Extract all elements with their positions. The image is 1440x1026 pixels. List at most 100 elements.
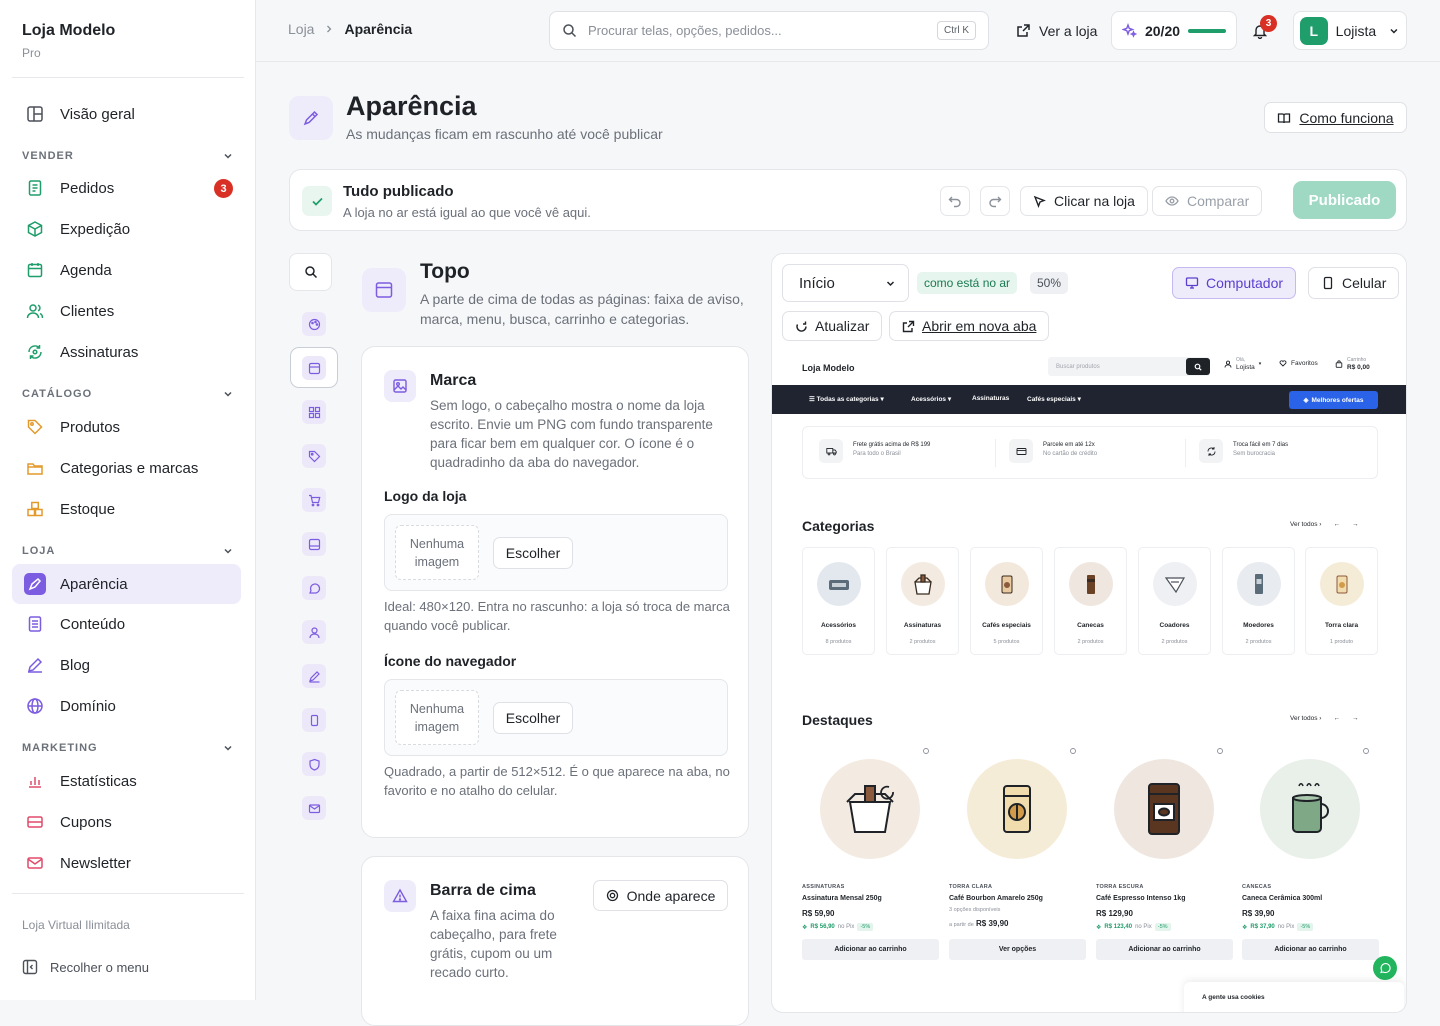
compare-button[interactable]: Comparar [1152, 186, 1263, 216]
site-nav-cafes[interactable]: Cafés especiais ▾ [1027, 395, 1081, 403]
sidebar-item-expedicao[interactable]: Expedição [12, 209, 241, 249]
section-marketing[interactable]: MARKETING [22, 742, 234, 754]
sidebar-item-overview[interactable]: Visão geral [12, 94, 241, 134]
grinder-icon [817, 562, 861, 606]
sidebar-item-categorias[interactable]: Categorias e marcas [12, 448, 241, 488]
sidebar-item-blog[interactable]: Blog [12, 645, 241, 685]
mobile-toggle[interactable]: Celular [1308, 267, 1400, 299]
sidebar-item-pedidos[interactable]: Pedidos 3 [12, 168, 241, 208]
heart-icon[interactable] [1362, 747, 1370, 755]
view-options-button[interactable]: Ver opções [949, 939, 1086, 960]
site-logo[interactable]: Loja Modelo [802, 363, 855, 373]
category-card[interactable]: Moedores 2 produtos [1222, 547, 1295, 655]
rail-header-button[interactable] [302, 356, 326, 380]
rail-shield-button[interactable] [302, 752, 326, 776]
book-icon [1278, 112, 1291, 123]
search-input[interactable]: Procurar telas, opções, pedidos... Ctrl … [549, 11, 989, 50]
breadcrumb-root[interactable]: Loja [288, 21, 314, 37]
sidebar-item-agenda[interactable]: Agenda [12, 250, 241, 290]
product-card[interactable]: CANECAS Caneca Cerâmica 300ml R$ 39,90 ❖… [1242, 747, 1379, 967]
rail-palette-button[interactable] [302, 312, 326, 336]
product-card[interactable]: TORRA ESCURA Café Espresso Intenso 1kg R… [1096, 747, 1233, 967]
choose-favicon-button[interactable]: Escolher [493, 702, 573, 734]
sidebar-item-newsletter[interactable]: Newsletter [12, 843, 241, 883]
heart-icon[interactable] [1069, 747, 1077, 755]
rail-cart-button[interactable] [302, 488, 326, 512]
sidebar-item-estatisticas[interactable]: Estatísticas [12, 761, 241, 801]
arrow-right-icon[interactable]: → [1352, 521, 1359, 528]
site-nav-all[interactable]: ☰ Todas as categorias ▾ [809, 395, 884, 403]
see-all-link[interactable]: Ver todos › [1290, 715, 1321, 722]
user-menu[interactable]: L Lojista [1293, 11, 1407, 50]
sidebar-item-cupons[interactable]: Cupons [12, 802, 241, 842]
whatsapp-button[interactable] [1373, 956, 1397, 980]
sidebar-item-label: Blog [60, 656, 91, 674]
see-all-link[interactable]: Ver todos › [1290, 521, 1321, 528]
section-loja[interactable]: LOJA [22, 545, 234, 557]
site-offers-button[interactable]: ◈ Melhores ofertas [1289, 391, 1378, 409]
site-search-button[interactable] [1186, 358, 1210, 375]
sidebar-item-clientes[interactable]: Clientes [12, 291, 241, 331]
add-to-cart-button[interactable]: Adicionar ao carrinho [1242, 939, 1379, 960]
arrow-left-icon[interactable]: ← [1333, 715, 1340, 722]
arrow-left-icon[interactable]: ← [1333, 521, 1340, 528]
add-to-cart-button[interactable]: Adicionar ao carrinho [802, 939, 939, 960]
search-icon [1194, 363, 1202, 371]
how-it-works-button[interactable]: Como funciona [1264, 102, 1407, 133]
site-nav-assinaturas[interactable]: Assinaturas [972, 395, 1009, 402]
site-favorites[interactable]: Favoritos [1279, 359, 1318, 367]
view-store-button[interactable]: Ver a loja [1006, 11, 1107, 50]
section-catalogo[interactable]: CATÁLOGO [22, 388, 234, 400]
category-card[interactable]: Canecas 2 produtos [1054, 547, 1127, 655]
chevron-down-icon [224, 391, 232, 397]
rail-user-button[interactable] [302, 620, 326, 644]
site-cart[interactable]: Carrinho R$ 0,00 [1335, 357, 1370, 371]
desktop-toggle[interactable]: Computador [1172, 267, 1297, 299]
heart-icon[interactable] [1216, 747, 1224, 755]
rail-footer-button[interactable] [302, 532, 326, 556]
refresh-button[interactable]: Atualizar [782, 311, 883, 341]
sidebar-item-conteudo[interactable]: Conteúdo [12, 604, 241, 644]
add-to-cart-button[interactable]: Adicionar ao carrinho [1096, 939, 1233, 960]
product-card[interactable]: ASSINATURAS Assinatura Mensal 250g R$ 59… [802, 747, 939, 967]
status-desc: A loja no ar está igual ao que você vê a… [343, 205, 591, 220]
heart-icon[interactable] [922, 747, 930, 755]
rail-mobile-button[interactable] [302, 708, 326, 732]
site-nav-acessorios[interactable]: Acessórios ▾ [911, 395, 951, 403]
product-card[interactable]: TORRA CLARA Café Bourbon Amarelo 250g 3 … [949, 747, 1086, 967]
rail-grid-button[interactable] [302, 400, 326, 424]
setup-progress[interactable]: 20/20 [1111, 11, 1237, 50]
globe-icon [24, 695, 46, 717]
publish-button[interactable]: Publicado [1293, 181, 1396, 219]
category-card[interactable]: Cafés especiais 5 produtos [970, 547, 1043, 655]
rail-tag-button[interactable] [302, 444, 326, 468]
click-store-button[interactable]: Clicar na loja [1020, 186, 1148, 216]
redo-button[interactable] [980, 186, 1010, 216]
where-appears-button[interactable]: Onde aparece [593, 880, 728, 911]
site-account[interactable]: Olá, Lojista ▾ [1224, 357, 1261, 371]
tag-icon [24, 416, 46, 438]
open-new-tab-button[interactable]: Abrir em nova aba [889, 311, 1050, 341]
category-card[interactable]: Assinaturas 2 produtos [886, 547, 959, 655]
choose-logo-button[interactable]: Escolher [493, 537, 573, 569]
category-card[interactable]: Torra clara 1 produto [1305, 547, 1378, 655]
rail-chat-button[interactable] [302, 576, 326, 600]
preview-page-select[interactable]: Início [782, 264, 909, 302]
undo-button[interactable] [940, 186, 970, 216]
collapse-menu-button[interactable]: Recolher o menu [22, 959, 149, 975]
category-card[interactable]: Acessórios 8 produtos [802, 547, 875, 655]
sidebar-item-dominio[interactable]: Domínio [12, 686, 241, 726]
divider [995, 439, 996, 467]
sidebar-item-aparencia[interactable]: Aparência [12, 564, 241, 604]
rail-search-button[interactable] [289, 253, 332, 291]
store-preview[interactable]: Loja Modelo Buscar produtos Olá, Lojista … [772, 349, 1406, 1012]
sidebar-item-assinaturas[interactable]: Assinaturas [12, 332, 241, 372]
rail-mail-button[interactable] [302, 796, 326, 820]
rail-edit-button[interactable] [302, 664, 326, 688]
sidebar-item-estoque[interactable]: Estoque [12, 489, 241, 529]
section-vender[interactable]: VENDER [22, 150, 234, 162]
arrow-right-icon[interactable]: → [1352, 715, 1359, 722]
tag-icon [308, 450, 320, 462]
sidebar-item-produtos[interactable]: Produtos [12, 407, 241, 447]
category-card[interactable]: Coadores 2 produtos [1138, 547, 1211, 655]
